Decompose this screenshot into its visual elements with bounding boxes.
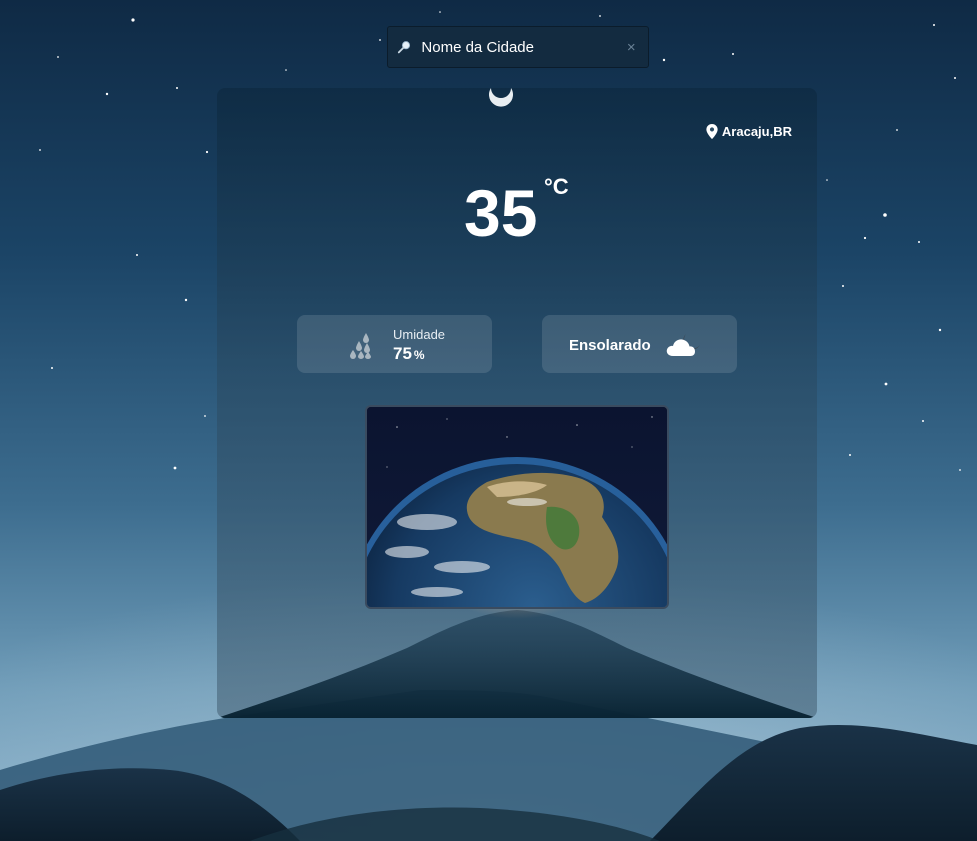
- raindrops-icon: [350, 333, 371, 359]
- city-search-input[interactable]: [411, 27, 621, 67]
- map-pin-icon: [706, 124, 718, 139]
- weather-card: Aracaju,BR 35 °C Umidade 75% Ensolarado: [217, 88, 817, 718]
- location-label: Aracaju,BR: [706, 124, 792, 139]
- humidity-value: 75: [393, 344, 412, 363]
- city-photo: [365, 405, 669, 609]
- close-icon[interactable]: ×: [620, 35, 642, 59]
- search-icon: [397, 41, 411, 54]
- weather-condition-label: Ensolarado: [569, 337, 651, 354]
- temperature-value: 35: [464, 176, 538, 250]
- moon-icon: [489, 88, 513, 107]
- temperature-unit: °C: [544, 174, 569, 199]
- cloud-moon-icon: [666, 334, 700, 356]
- earth-image: [367, 407, 667, 607]
- city-search-bar: ×: [387, 26, 649, 68]
- humidity-value-row: 75%: [393, 344, 425, 364]
- humidity-tile: Umidade 75%: [297, 315, 492, 373]
- location-text: Aracaju,BR: [721, 124, 792, 139]
- weather-condition-tile: Ensolarado: [542, 315, 737, 373]
- humidity-label: Umidade: [393, 327, 446, 342]
- app-background: × Aracaju,BR: [0, 0, 977, 841]
- humidity-unit: %: [413, 348, 425, 362]
